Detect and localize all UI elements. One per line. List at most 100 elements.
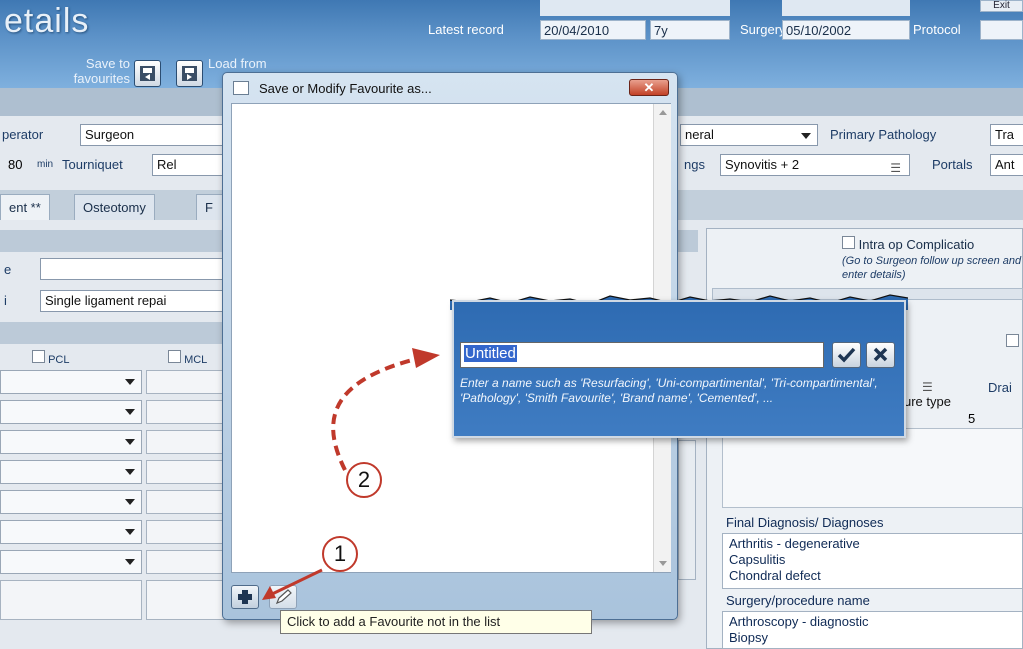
procedure-label: Surgery/procedure name (726, 593, 870, 608)
findings-label: ngs (684, 157, 705, 172)
dropdown-row-1[interactable] (0, 370, 142, 394)
operator-label: perator (2, 127, 44, 142)
mcl-checkbox[interactable]: MCL (168, 350, 207, 366)
list-icon-2: ☰ (922, 380, 933, 394)
step-1-marker: 1 (322, 536, 358, 572)
row-label-i: i (4, 293, 7, 308)
drain-label: Drai (988, 380, 1012, 395)
dropdown-row-5[interactable] (0, 490, 142, 514)
primary-pathology-label: Primary Pathology (830, 127, 937, 142)
findings-field[interactable]: Synovitis + 2 ☰ (720, 154, 910, 176)
list-icon: ☰ (890, 161, 901, 175)
dialog-title: Save or Modify Favourite as... (259, 81, 432, 96)
anaesthetic-select[interactable]: neral (680, 124, 818, 146)
drain-checkbox[interactable] (1006, 334, 1019, 347)
ligament-field[interactable]: Single ligament repai (40, 290, 226, 312)
dropdown-row-6[interactable] (0, 520, 142, 544)
edit-favourite-button[interactable] (269, 585, 297, 609)
chevron-down-icon (125, 529, 135, 535)
tourniquet-label: Tourniquet (62, 157, 123, 172)
closure-value: 5 (968, 411, 976, 426)
add-favourite-button[interactable] (231, 585, 259, 609)
chevron-down-icon (125, 439, 135, 445)
pencil-icon (275, 589, 292, 605)
tab-osteotomy[interactable]: Osteotomy (74, 194, 155, 220)
latest-record-label: Latest record (428, 22, 504, 37)
save-favourite-icon (140, 66, 155, 81)
protocol-label: Protocol (913, 22, 961, 37)
anaesthetic-value: neral (685, 127, 714, 142)
cell-4[interactable] (146, 460, 226, 484)
save-to-favourites-button[interactable] (134, 60, 161, 87)
favourite-name-input[interactable]: Untitled (460, 342, 824, 368)
portals-label: Portals (932, 157, 973, 172)
tab-alignment[interactable]: ent ** (0, 194, 50, 220)
scroll-up-icon[interactable] (659, 110, 667, 115)
dropdown-row-4[interactable] (0, 460, 142, 484)
confirm-button[interactable] (832, 342, 861, 368)
scroll-down-icon[interactable] (659, 561, 667, 566)
cell-3[interactable] (146, 430, 226, 454)
pcl-checkbox[interactable]: PCL (32, 350, 69, 366)
naming-hint: Enter a name such as 'Resurfacing', 'Uni… (460, 376, 878, 405)
final-diagnosis-label: Final Diagnosis/ Diagnoses (726, 515, 884, 530)
row-footer-left (0, 580, 142, 620)
pcl-check-box[interactable] (32, 350, 45, 363)
intra-op-checkbox[interactable]: Intra op Complicatio (842, 236, 974, 252)
latest-record-date: 20/04/2010 (540, 20, 646, 40)
duration-value: 80 (8, 157, 23, 172)
dropdown-row-2[interactable] (0, 400, 142, 424)
diagnosis-item[interactable]: Chondral defect (729, 568, 1016, 584)
diagnosis-item[interactable]: Capsulitis (729, 552, 1016, 568)
save-to-favourites-label: Save to favourites (73, 56, 130, 86)
surgery-label: Surgery (740, 22, 786, 37)
procedure-item[interactable]: Arthroscopy - diagnostic (729, 614, 1016, 630)
cancel-button[interactable] (866, 342, 895, 368)
mcl-check-box[interactable] (168, 350, 181, 363)
right-edge-cells (678, 440, 696, 580)
group-header-2 (0, 322, 226, 344)
primary-pathology-field[interactable]: Tra (990, 124, 1023, 146)
procedure-item[interactable]: Biopsy (729, 630, 1016, 646)
cell-2[interactable] (146, 400, 226, 424)
name-popup: Untitled Enter a name such as 'Resurfaci… (452, 300, 906, 438)
close-button[interactable]: ✕ (629, 79, 669, 96)
closure-type-label: ure type (904, 394, 951, 409)
exit-button[interactable]: Exit (980, 0, 1023, 12)
portals-field[interactable]: Ant (990, 154, 1023, 176)
cell-5[interactable] (146, 490, 226, 514)
duration-unit: min (37, 159, 54, 170)
chevron-down-icon (125, 379, 135, 385)
row-e-field[interactable] (40, 258, 226, 280)
mcl-label: MCL (184, 354, 208, 366)
row-footer-mid (146, 580, 226, 620)
cell-7[interactable] (146, 550, 226, 574)
procedure-list[interactable]: Arthroscopy - diagnostic Biopsy (722, 611, 1023, 649)
load-favourite-icon (182, 66, 197, 81)
pcl-label: PCL (48, 354, 70, 366)
intra-op-note: (Go to Surgeon follow up screen and ente… (842, 255, 1022, 281)
chevron-down-icon (801, 133, 811, 139)
operator-field[interactable]: Surgeon (80, 124, 225, 146)
load-from-favourites-button[interactable] (176, 60, 203, 87)
diagnosis-list[interactable]: Arthritis - degenerative Capsulitis Chon… (722, 533, 1023, 589)
chevron-down-icon (125, 499, 135, 505)
latest-record-age: 7y (650, 20, 730, 40)
row-label-e: e (4, 262, 12, 277)
cell-1[interactable] (146, 370, 226, 394)
diagnosis-item[interactable]: Arthritis - degenerative (729, 536, 1016, 552)
protocol-field[interactable] (980, 20, 1023, 40)
favourite-name-value: Untitled (464, 345, 517, 362)
intra-op-check-box[interactable] (842, 236, 855, 249)
tourniquet-field[interactable]: Rel (152, 154, 227, 176)
dropdown-row-3[interactable] (0, 430, 142, 454)
checkmark-icon (837, 347, 856, 363)
chevron-down-icon (125, 559, 135, 565)
cell-6[interactable] (146, 520, 226, 544)
surgery-date: 05/10/2002 (782, 20, 910, 40)
load-from-label: Load from (208, 56, 267, 71)
closure-box (722, 428, 1023, 508)
page-title: etails (4, 2, 90, 40)
dropdown-row-7[interactable] (0, 550, 142, 574)
window-icon (233, 81, 249, 95)
